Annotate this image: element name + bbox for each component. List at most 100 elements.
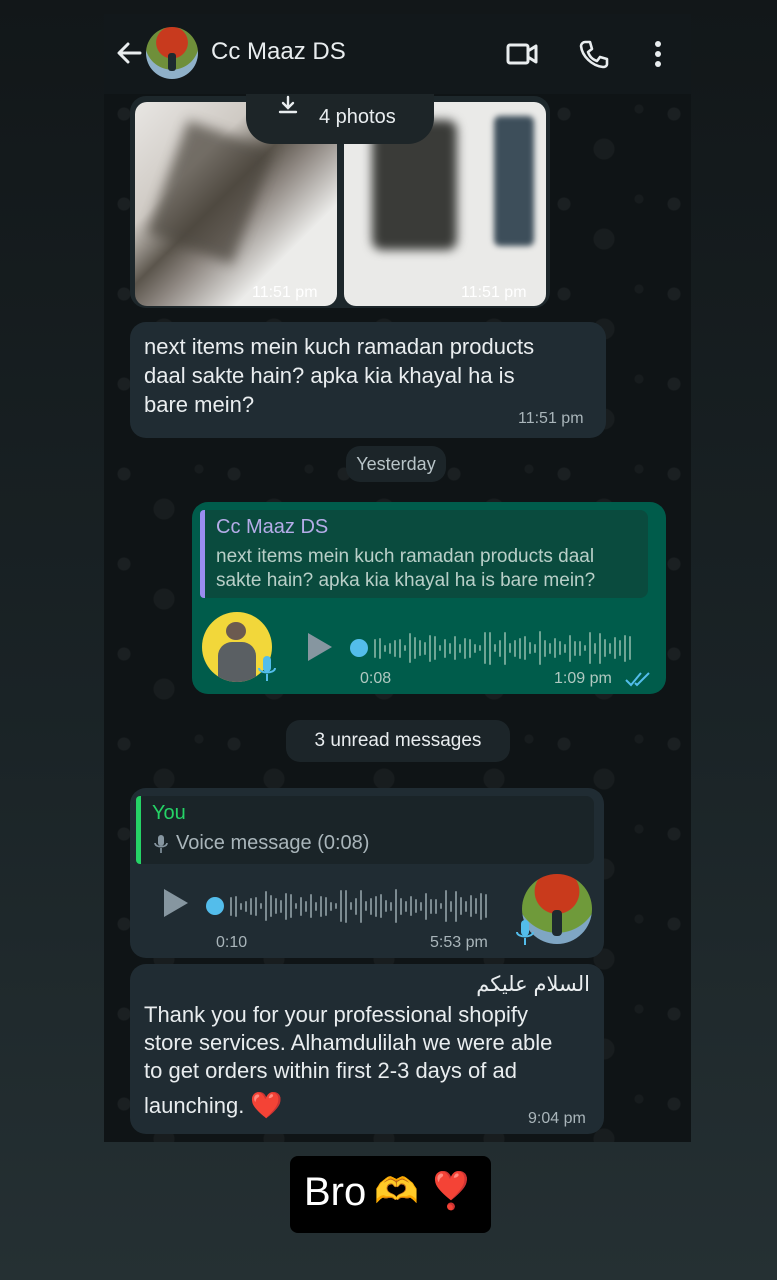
waveform-bar: [409, 633, 411, 663]
waveform-bar: [509, 643, 511, 653]
waveform-bar: [629, 636, 631, 660]
waveform-bar: [325, 896, 327, 916]
waveform-bar: [310, 894, 312, 918]
waveform-bar: [609, 642, 611, 654]
waveform-bar: [290, 894, 292, 918]
quoted-message[interactable]: Cc Maaz DS next items mein kuch ramadan …: [200, 510, 648, 598]
waveform-bar: [464, 637, 466, 659]
quote-bar: [200, 510, 205, 598]
more-options-icon[interactable]: [640, 36, 676, 72]
waveform-bar: [235, 895, 237, 917]
caption-emoji: 🫶 ❣️: [374, 1170, 474, 1211]
contact-name[interactable]: Cc Maaz DS: [211, 38, 346, 66]
waveform-bar: [584, 645, 586, 651]
waveform-bar: [619, 640, 621, 656]
quote-bar: [136, 796, 141, 864]
waveform-bar: [285, 892, 287, 920]
voice-duration: 0:10: [216, 934, 248, 951]
waveform-bar: [589, 632, 591, 664]
waveform-bar: [260, 903, 262, 909]
waveform-bar: [465, 900, 467, 912]
waveform-bar: [355, 897, 357, 915]
message-line: next items mein kuch ramadan products: [144, 334, 535, 359]
waveform-bar: [439, 645, 441, 651]
heart-emoji: ❤️: [250, 1090, 283, 1120]
waveform-bar: [380, 894, 382, 918]
waveform-bar: [494, 644, 496, 652]
waveform-bar: [390, 901, 392, 911]
waveform-bar: [385, 900, 387, 912]
waveform-bar: [574, 640, 576, 656]
message-time: 5:53 pm: [430, 934, 488, 951]
waveform-bar: [365, 901, 367, 911]
waveform-bar: [480, 892, 482, 920]
waveform-bar: [445, 890, 447, 922]
waveform-bar: [624, 634, 626, 662]
waveform-bar: [469, 638, 471, 658]
video-call-icon[interactable]: [504, 36, 540, 72]
message-line: bare mein?: [144, 392, 255, 417]
incoming-voice-bubble[interactable]: You Voice message (0:08) 0:10 5:53 pm: [130, 788, 604, 958]
waveform-bar: [405, 900, 407, 912]
chat-screen: Cc Maaz DS 11:51 pm 11:51 pm 4 photos ne…: [104, 14, 691, 1142]
outgoing-voice-bubble[interactable]: Cc Maaz DS next items mein kuch ramadan …: [192, 502, 666, 694]
photos-count-label: 4 photos: [319, 106, 396, 128]
waveform-bar: [604, 639, 606, 657]
waveform-bar: [599, 632, 601, 664]
quote-line: next items mein kuch ramadan products da…: [216, 546, 595, 567]
voice-waveform[interactable]: [350, 626, 640, 670]
waveform-bar: [300, 896, 302, 916]
unread-separator: 3 unread messages: [286, 720, 510, 762]
waveform-bar: [569, 634, 571, 662]
back-arrow-icon[interactable]: [114, 38, 144, 68]
waveform-bar: [399, 638, 401, 658]
quote-text: Voice message (0:08): [176, 832, 370, 854]
waveform-bar: [449, 642, 451, 654]
message-line: launching.: [144, 1093, 245, 1118]
playhead-dot[interactable]: [206, 897, 224, 915]
waveform-bar: [429, 634, 431, 662]
play-icon[interactable]: [302, 630, 336, 664]
waveform-bar: [454, 636, 456, 660]
waveform-bar: [335, 903, 337, 909]
playhead-dot[interactable]: [350, 639, 368, 657]
waveform-bar: [455, 890, 457, 922]
waveform-bar: [475, 898, 477, 914]
waveform-bar: [484, 632, 486, 664]
play-icon[interactable]: [158, 886, 192, 920]
waveform-bar: [470, 895, 472, 917]
download-icon: [278, 95, 298, 114]
message-line: store services. Alhamdulilah we were abl…: [144, 1030, 553, 1055]
waveform-bar: [394, 639, 396, 657]
waveform-bar: [275, 898, 277, 914]
waveform-bar: [499, 639, 501, 657]
waveform-bar: [594, 642, 596, 654]
message-time: 9:04 pm: [528, 1110, 586, 1127]
phone-icon[interactable]: [576, 36, 612, 72]
double-check-icon: [625, 672, 650, 687]
waveform-bar: [404, 645, 406, 651]
contact-avatar[interactable]: [146, 27, 198, 79]
waveform-bar: [539, 631, 541, 665]
photos-count-pill[interactable]: 4 photos: [246, 92, 434, 144]
waveform-bar: [529, 642, 531, 654]
voice-duration: 0:08: [360, 670, 392, 687]
waveform-bar: [459, 643, 461, 653]
waveform-bar: [245, 900, 247, 912]
waveform-bar: [425, 892, 427, 920]
waveform-bar: [230, 896, 232, 916]
waveform-bar: [559, 641, 561, 655]
incoming-message-bubble[interactable]: السلام علیکم Thank you for your professi…: [130, 964, 604, 1134]
waveform-bar: [485, 894, 487, 918]
date-separator: Yesterday: [346, 446, 446, 482]
waveform-bar: [305, 900, 307, 912]
voice-waveform[interactable]: [206, 884, 496, 928]
waveform-bar: [444, 638, 446, 658]
waveform-bar: [479, 645, 481, 651]
story-caption: Bro 🫶 ❣️: [290, 1156, 491, 1233]
quote-author: Cc Maaz DS: [216, 516, 329, 538]
incoming-message-bubble[interactable]: next items mein kuch ramadan products da…: [130, 322, 606, 438]
mic-icon: [516, 920, 534, 945]
waveform-bar: [350, 902, 352, 910]
quoted-message[interactable]: You Voice message (0:08): [136, 796, 594, 864]
